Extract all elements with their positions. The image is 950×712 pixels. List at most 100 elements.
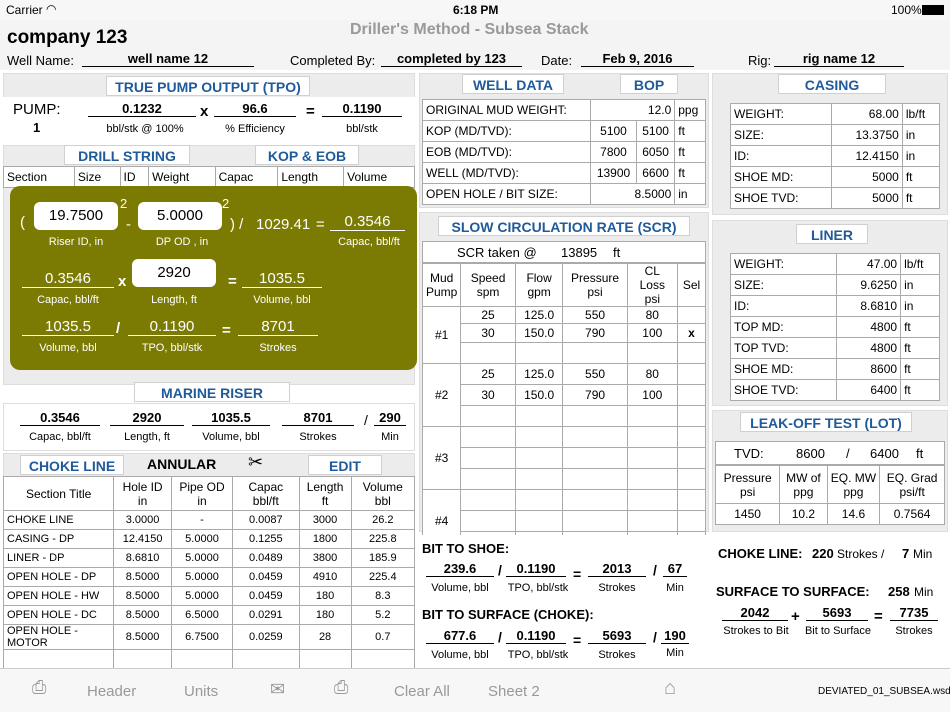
scr-cell[interactable]: 550 xyxy=(562,363,628,385)
scr-cell[interactable]: 80 xyxy=(626,363,679,385)
liner-cell[interactable]: 8.6810 xyxy=(835,295,902,317)
edit-button[interactable]: EDIT xyxy=(308,455,382,475)
tpo-displacement[interactable]: 0.1232 xyxy=(88,101,196,117)
home-icon[interactable]: ⌂ xyxy=(664,677,676,700)
scr-cell[interactable] xyxy=(514,489,564,511)
table-row[interactable] xyxy=(2,649,416,669)
bop-button[interactable]: BOP xyxy=(620,74,678,94)
liner-cell[interactable]: 8600 xyxy=(835,358,902,380)
kop-md[interactable]: 5100 xyxy=(590,120,637,142)
scr-select[interactable] xyxy=(677,447,706,469)
scr-cell[interactable] xyxy=(460,447,516,469)
well-name-field[interactable]: well name 12 xyxy=(82,51,254,67)
scr-select[interactable] xyxy=(677,384,706,406)
riser-id-input[interactable]: 19.7500 xyxy=(34,202,118,230)
scr-select[interactable]: x xyxy=(677,323,706,343)
scr-select[interactable] xyxy=(677,489,706,511)
scr-taken-depth[interactable]: 13895 xyxy=(561,245,597,260)
completed-by-field[interactable]: completed by 123 xyxy=(381,51,522,67)
scr-cell[interactable] xyxy=(460,489,516,511)
scr-cell[interactable] xyxy=(626,405,679,427)
liner-cell[interactable]: 47.00 xyxy=(835,253,902,275)
casing-cell[interactable]: 5000 xyxy=(830,166,903,188)
scr-cell[interactable] xyxy=(460,342,516,364)
casing-cell[interactable]: 68.00 xyxy=(830,103,903,125)
scr-select[interactable] xyxy=(677,468,706,490)
scr-cell[interactable]: 30 xyxy=(460,323,516,343)
scr-cell[interactable]: 550 xyxy=(562,306,628,324)
tools-icon[interactable]: ✂ xyxy=(248,452,263,473)
liner-cell[interactable]: 9.6250 xyxy=(835,274,902,296)
scr-cell[interactable] xyxy=(514,342,564,364)
scr-cell[interactable]: 100 xyxy=(626,384,679,406)
tab-sheet-2[interactable]: Sheet 2 xyxy=(488,683,540,700)
scr-cell[interactable]: 125.0 xyxy=(514,306,564,324)
scr-cell[interactable] xyxy=(626,426,679,448)
scr-cell[interactable]: 150.0 xyxy=(514,323,564,343)
scr-cell[interactable] xyxy=(626,468,679,490)
scr-cell[interactable] xyxy=(460,426,516,448)
scr-cell[interactable] xyxy=(514,468,564,490)
liner-cell[interactable]: 4800 xyxy=(835,316,902,338)
eob-md[interactable]: 7800 xyxy=(590,141,637,163)
scr-cell[interactable] xyxy=(460,405,516,427)
table-row[interactable]: OPEN HOLE - MOTOR 8.5000 6.7500 0.0259 28 0.7 xyxy=(2,624,416,650)
scr-cell[interactable] xyxy=(626,489,679,511)
casing-cell[interactable]: 12.4150 xyxy=(830,145,903,167)
tpo-efficiency[interactable]: 96.6 xyxy=(214,101,296,117)
scr-cell[interactable]: 30 xyxy=(460,384,516,406)
scr-cell[interactable] xyxy=(562,468,628,490)
choke-line-button[interactable]: CHOKE LINE xyxy=(20,455,124,475)
table-row[interactable]: CHOKE LINE 3.0000-0.0087 3000 26.2 xyxy=(2,510,416,530)
scr-cell[interactable]: 80 xyxy=(626,306,679,324)
scr-cell[interactable] xyxy=(514,447,564,469)
rig-field[interactable]: rig name 12 xyxy=(774,51,904,67)
omw-value[interactable]: 12.0 xyxy=(590,99,676,121)
date-field[interactable]: Feb 9, 2016 xyxy=(581,51,694,67)
casing-cell[interactable]: 13.3750 xyxy=(830,124,903,146)
liner-cell[interactable]: 6400 xyxy=(835,379,902,401)
scr-cell[interactable] xyxy=(562,510,628,532)
scr-cell[interactable] xyxy=(562,447,628,469)
scr-cell[interactable] xyxy=(562,405,628,427)
open-hole-value[interactable]: 8.5000 xyxy=(590,183,676,205)
table-row[interactable]: CASING - DP 12.4150 5.0000 0.1255 1800 225.8 xyxy=(2,529,416,549)
scr-cell[interactable] xyxy=(460,468,516,490)
scr-cell[interactable]: 25 xyxy=(460,363,516,385)
scr-cell[interactable]: 790 xyxy=(562,384,628,406)
tab-units[interactable]: Units xyxy=(184,683,218,700)
lot-pressure[interactable]: 1450 xyxy=(714,503,781,525)
scr-cell[interactable]: 25 xyxy=(460,306,516,324)
scr-select[interactable] xyxy=(677,426,706,448)
tab-clear-all[interactable]: Clear All xyxy=(394,683,450,700)
table-row[interactable]: OPEN HOLE - DP 8.5000 5.0000 0.0459 4910 225.… xyxy=(2,567,416,587)
dp-od-input[interactable]: 5.0000 xyxy=(138,202,222,230)
table-row[interactable]: OPEN HOLE - HW 8.5000 5.0000 0.0459 180 8.3 xyxy=(2,586,416,606)
scr-cell[interactable]: 790 xyxy=(562,323,628,343)
print-icon[interactable]: ⎙ xyxy=(334,677,348,698)
scr-cell[interactable]: 100 xyxy=(626,323,679,343)
kop-eob-button[interactable]: KOP & EOB xyxy=(255,145,359,165)
lot-tvd-tvd[interactable]: 6400 xyxy=(870,446,899,461)
scr-cell[interactable] xyxy=(514,510,564,532)
well-md[interactable]: 13900 xyxy=(590,162,637,184)
liner-cell[interactable]: 4800 xyxy=(835,337,902,359)
tab-header[interactable]: Header xyxy=(87,683,136,700)
scr-cell[interactable] xyxy=(626,510,679,532)
pump-number[interactable]: 1 xyxy=(33,120,40,135)
scr-cell[interactable] xyxy=(562,489,628,511)
lot-tvd-md[interactable]: 8600 xyxy=(796,446,825,461)
well-tvd[interactable]: 6600 xyxy=(635,162,676,184)
scr-cell[interactable] xyxy=(514,426,564,448)
scr-cell[interactable]: 150.0 xyxy=(514,384,564,406)
table-row[interactable]: OPEN HOLE - DC 8.5000 6.5000 0.0291 180 5.2 xyxy=(2,605,416,625)
scr-cell[interactable] xyxy=(562,342,628,364)
table-row[interactable]: LINER - DP 8.6810 5.0000 0.0489 3800 185.9 xyxy=(2,548,416,568)
scr-cell[interactable] xyxy=(626,342,679,364)
scr-cell[interactable] xyxy=(460,510,516,532)
scr-cell[interactable] xyxy=(626,447,679,469)
casing-cell[interactable]: 5000 xyxy=(830,187,903,209)
lot-mw[interactable]: 10.2 xyxy=(779,503,828,525)
mail-icon[interactable]: ✉ xyxy=(270,679,285,700)
scr-select[interactable] xyxy=(677,363,706,385)
